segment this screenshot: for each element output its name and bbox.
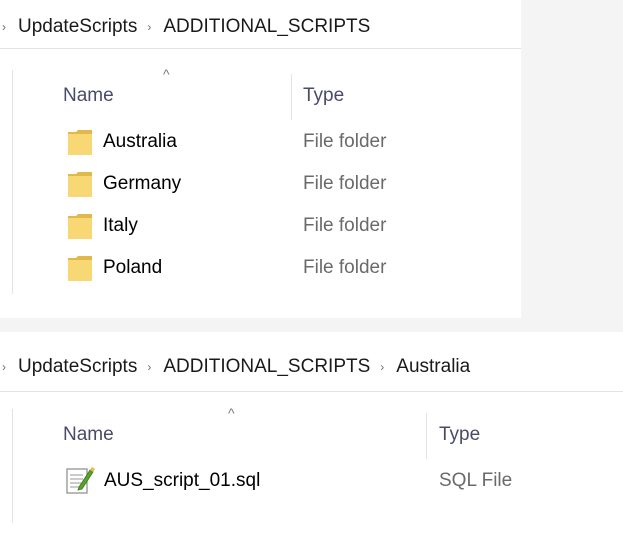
breadcrumb-divider: [0, 391, 623, 392]
breadcrumb-chevron-icon[interactable]: ›: [137, 20, 163, 34]
file-type: File folder: [303, 257, 387, 278]
explorer-pane-bottom: › UpdateScripts › ADDITIONAL_SCRIPTS › A…: [0, 332, 623, 533]
breadcrumb-chevron-icon[interactable]: ›: [0, 20, 18, 34]
list-item[interactable]: Germany File folder: [13, 162, 521, 204]
column-header-row: ^ Name Type: [13, 405, 623, 459]
column-header-type[interactable]: Type: [303, 85, 344, 107]
breadcrumb-chevron-icon[interactable]: ›: [0, 360, 18, 374]
column-resize-handle[interactable]: [291, 74, 292, 120]
breadcrumb-item-additional-scripts[interactable]: ADDITIONAL_SCRIPTS: [163, 16, 370, 38]
folder-icon: [67, 128, 93, 161]
column-header-name[interactable]: Name: [63, 85, 114, 107]
sort-ascending-icon: ^: [228, 405, 235, 421]
breadcrumb-divider: [0, 48, 521, 49]
list-item[interactable]: AUS_script_01.sql SQL File: [13, 459, 623, 505]
list-item[interactable]: Italy File folder: [13, 204, 521, 246]
file-type: File folder: [303, 173, 387, 194]
breadcrumb: › UpdateScripts › ADDITIONAL_SCRIPTS › A…: [0, 352, 470, 382]
breadcrumb-item-australia[interactable]: Australia: [396, 356, 470, 378]
file-type: File folder: [303, 215, 387, 236]
file-name: Germany: [103, 173, 182, 194]
sort-ascending-icon: ^: [163, 66, 170, 82]
column-header-row: ^ Name Type: [13, 66, 521, 120]
folder-icon: [67, 254, 93, 287]
sql-file-icon: [65, 465, 95, 500]
file-list: ^ Name Type AUS_script_01.sql SQL File: [12, 405, 623, 523]
folder-icon: [67, 170, 93, 203]
breadcrumb-item-updatescripts[interactable]: UpdateScripts: [18, 16, 137, 38]
column-resize-handle[interactable]: [426, 413, 427, 459]
file-name: Italy: [103, 215, 138, 236]
file-type: File folder: [303, 131, 387, 152]
file-type: SQL File: [439, 470, 513, 491]
file-name: Australia: [103, 131, 177, 152]
folder-icon: [67, 212, 93, 245]
list-item[interactable]: Poland File folder: [13, 246, 521, 288]
breadcrumb: › UpdateScripts › ADDITIONAL_SCRIPTS: [0, 12, 370, 42]
column-header-type[interactable]: Type: [439, 424, 480, 446]
column-header-name[interactable]: Name: [63, 424, 114, 446]
breadcrumb-item-updatescripts[interactable]: UpdateScripts: [18, 356, 137, 378]
file-name: AUS_script_01.sql: [104, 470, 261, 491]
file-name: Poland: [103, 257, 163, 278]
file-list: ^ Name Type Australia File folder German…: [12, 66, 521, 294]
list-item[interactable]: Australia File folder: [13, 120, 521, 162]
breadcrumb-chevron-icon[interactable]: ›: [370, 360, 396, 374]
breadcrumb-item-additional-scripts[interactable]: ADDITIONAL_SCRIPTS: [163, 356, 370, 378]
explorer-pane-top: › UpdateScripts › ADDITIONAL_SCRIPTS ^ N…: [0, 0, 521, 318]
breadcrumb-chevron-icon[interactable]: ›: [137, 360, 163, 374]
